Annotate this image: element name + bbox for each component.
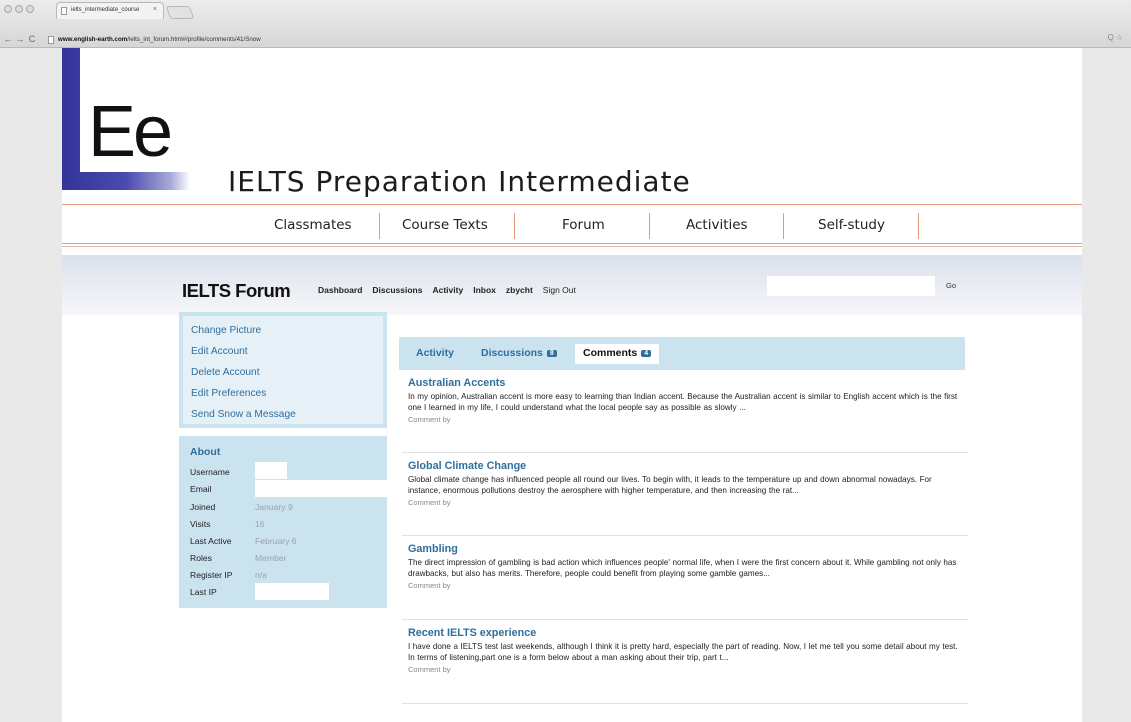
- edit-preferences-link[interactable]: Edit Preferences: [183, 383, 383, 404]
- about-label-last-ip: Last IP: [190, 587, 217, 597]
- about-value-last-active: February 6: [255, 536, 297, 546]
- nav-divider: [783, 213, 784, 239]
- url-path: /ielts_int_forum.html#/profile/comments/…: [127, 36, 261, 43]
- search-star-icon[interactable]: Q☆: [1108, 33, 1125, 42]
- nav-divider: [918, 213, 919, 239]
- logo[interactable]: Ee: [62, 48, 200, 190]
- edit-account-link[interactable]: Edit Account: [183, 341, 383, 362]
- comment-item: Gambling The direct impression of gambli…: [408, 542, 966, 590]
- new-tab-button[interactable]: [165, 6, 195, 19]
- about-value-joined: January 9: [255, 502, 293, 512]
- about-label-visits: Visits: [190, 519, 211, 529]
- nav-self-study[interactable]: Self-study: [818, 217, 885, 233]
- nav-forum[interactable]: Forum: [562, 217, 605, 233]
- comments-count-badge: 4: [641, 350, 652, 357]
- about-label-last-active: Last Active: [190, 536, 232, 546]
- redacted-email: [255, 480, 387, 497]
- forward-arrow-icon[interactable]: →: [14, 34, 26, 44]
- redacted-last-ip: [255, 583, 329, 600]
- forum-link-dashboard[interactable]: Dashboard: [318, 285, 362, 295]
- about-label-register-ip: Register IP: [190, 570, 233, 580]
- profile-tabs: Activity Discussions 8 Comments 4: [399, 337, 965, 370]
- comment-by: Comment by: [408, 498, 451, 508]
- comment-divider: [402, 703, 968, 704]
- comment-divider: [402, 619, 968, 620]
- nav-divider: [379, 213, 380, 239]
- forum-link-inbox[interactable]: Inbox: [473, 285, 496, 295]
- profile-menu: Change Picture Edit Account Delete Accou…: [179, 312, 387, 428]
- site-title: IELTS Preparation Intermediate: [228, 165, 691, 198]
- nav-divider: [649, 213, 650, 239]
- nav-classmates[interactable]: Classmates: [274, 217, 352, 233]
- main-nav: Classmates Course Texts Forum Activities…: [62, 204, 1082, 247]
- about-label-username: Username: [190, 467, 230, 477]
- web-page: Ee IELTS Preparation Intermediate Classm…: [62, 48, 1082, 722]
- comment-title[interactable]: Recent IELTS experience: [408, 626, 966, 640]
- browser-toolbar: ← → C www.english-earth.com/ielts_int_fo…: [0, 30, 1131, 48]
- forum-link-profile[interactable]: zbycht: [506, 285, 533, 295]
- comment-item: Recent IELTS experience I have done a IE…: [408, 626, 966, 674]
- browser-chrome: ielts_intermediate_course × ← → C www.en…: [0, 0, 1131, 48]
- search-input[interactable]: [767, 276, 935, 296]
- page-icon: [48, 36, 54, 44]
- page-icon: [61, 7, 67, 15]
- forum-title[interactable]: IELTS Forum: [182, 280, 291, 302]
- about-label-email: Email: [190, 484, 212, 494]
- logo-text: Ee: [88, 92, 173, 172]
- comment-body: In my opinion, Australian accent is more…: [408, 392, 958, 413]
- url-domain: www.english-earth.com: [58, 36, 128, 43]
- send-message-link[interactable]: Send Snow a Message: [183, 404, 383, 425]
- comment-divider: [402, 452, 968, 453]
- discussions-count-badge: 8: [546, 350, 557, 357]
- change-picture-link[interactable]: Change Picture: [183, 320, 383, 341]
- about-title: About: [190, 446, 221, 458]
- comment-body: The direct impression of gambling is bad…: [408, 558, 957, 579]
- reload-icon[interactable]: C: [26, 34, 38, 44]
- redacted-username: [255, 462, 287, 479]
- tab-discussions[interactable]: Discussions 8: [473, 344, 565, 364]
- comment-divider: [402, 535, 968, 536]
- comment-title[interactable]: Gambling: [408, 542, 966, 556]
- about-value-register-ip: n/a: [255, 570, 267, 580]
- about-label-roles: Roles: [190, 553, 212, 563]
- delete-account-link[interactable]: Delete Account: [183, 362, 383, 383]
- about-label-joined: Joined: [190, 502, 216, 512]
- comment-by: Comment by: [408, 415, 451, 425]
- about-value-visits: 16: [255, 519, 265, 529]
- forum-link-discussions[interactable]: Discussions: [372, 285, 422, 295]
- comment-body: I have done a IELTS test last weekends, …: [408, 642, 958, 663]
- forum-menu: Dashboard Discussions Activity Inbox zby…: [318, 285, 576, 295]
- tab-comments[interactable]: Comments 4: [575, 344, 660, 364]
- comment-by: Comment by: [408, 665, 451, 675]
- comment-title[interactable]: Global Climate Change: [408, 459, 966, 473]
- sign-out-link[interactable]: Sign Out: [543, 285, 576, 295]
- comment-title[interactable]: Australian Accents: [408, 376, 966, 390]
- tab-title: ielts_intermediate_course: [71, 7, 140, 13]
- go-button[interactable]: Go: [940, 277, 962, 295]
- about-panel: About Username Email Joined January 9 Vi…: [179, 436, 387, 608]
- comment-item: Global Climate Change Global climate cha…: [408, 459, 966, 507]
- address-bar[interactable]: www.english-earth.com/ielts_int_forum.ht…: [46, 33, 1106, 46]
- tab-activity[interactable]: Activity: [408, 344, 462, 364]
- nav-divider: [514, 213, 515, 239]
- comment-item: Australian Accents In my opinion, Austra…: [408, 376, 966, 424]
- comment-body: Global climate change has influenced peo…: [408, 475, 932, 496]
- about-value-roles: Member: [255, 553, 287, 563]
- tab-close-icon[interactable]: ×: [153, 6, 157, 13]
- forum-link-activity[interactable]: Activity: [432, 285, 463, 295]
- nav-course-texts[interactable]: Course Texts: [402, 217, 488, 233]
- nav-activities[interactable]: Activities: [686, 217, 748, 233]
- back-arrow-icon[interactable]: ←: [2, 34, 14, 44]
- window-controls[interactable]: [4, 5, 34, 13]
- browser-tab[interactable]: ielts_intermediate_course ×: [56, 2, 164, 19]
- logo-fade: [80, 48, 200, 88]
- comment-by: Comment by: [408, 581, 451, 591]
